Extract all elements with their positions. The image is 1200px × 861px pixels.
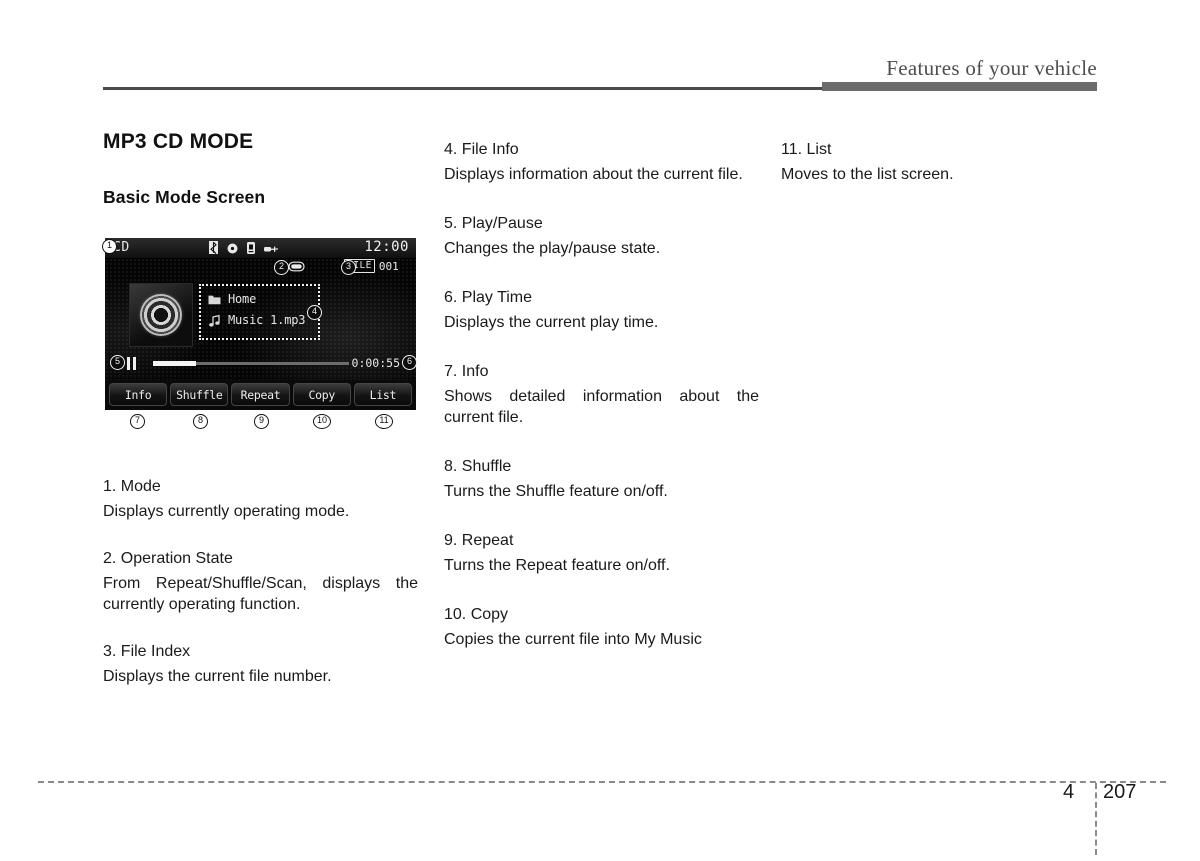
music-note-icon bbox=[209, 314, 220, 327]
entry-title: 2. Operation State bbox=[103, 549, 233, 567]
file-info-track-row: Music 1.mp3 bbox=[208, 313, 305, 327]
entry-shuffle: 8. Shuffle Turns the Shuffle feature on/… bbox=[444, 456, 759, 502]
playback-progress-row: 0:00:55 bbox=[105, 354, 416, 374]
cd-disc-icon bbox=[140, 294, 182, 336]
entry-body: Turns the Shuffle feature on/off. bbox=[444, 482, 668, 500]
device-status-icons bbox=[209, 241, 278, 259]
entry-file-index: 3. File Index Displays the current file … bbox=[103, 641, 418, 687]
device-button-copy[interactable]: Copy bbox=[292, 383, 351, 406]
device-button-list[interactable]: List bbox=[353, 383, 413, 406]
column-left: MP3 CD MODE Basic Mode Screen bbox=[103, 130, 418, 208]
device-button-bar: Info Shuffle Repeat Copy List bbox=[105, 380, 416, 410]
page-header-title: Features of your vehicle bbox=[886, 56, 1097, 80]
footer-divider bbox=[38, 781, 1166, 783]
device-button-repeat[interactable]: Repeat bbox=[231, 383, 290, 406]
footer-chapter-number: 4 bbox=[1063, 781, 1075, 803]
entry-title: 10. Copy bbox=[444, 606, 509, 624]
section-title: MP3 CD MODE bbox=[103, 130, 254, 153]
device-button-shuffle[interactable]: Shuffle bbox=[170, 383, 229, 406]
entry-repeat: 9. Repeat Turns the Repeat feature on/of… bbox=[444, 530, 759, 576]
pause-icon[interactable] bbox=[127, 357, 136, 370]
entry-info: 7. Info Shows detailed information about… bbox=[444, 361, 759, 428]
entry-body: Copies the current file into My Music bbox=[444, 630, 702, 648]
entry-body: Changes the play/pause state. bbox=[444, 239, 661, 257]
device-screenshot-figure: CD 12:00 FILE 001 Home Music 1.mp3 0:00:… bbox=[102, 236, 418, 431]
column-right: 11. List Moves to the list screen. bbox=[781, 139, 1096, 209]
header-rule-thick bbox=[822, 82, 1097, 91]
file-info-track-name: Music 1.mp3 bbox=[228, 313, 306, 327]
device-button-info[interactable]: Info bbox=[109, 383, 168, 406]
play-time: 0:00:55 bbox=[351, 356, 400, 370]
callout-5: 5 bbox=[110, 355, 125, 370]
file-info-box[interactable]: Home Music 1.mp3 bbox=[199, 284, 320, 340]
progress-bar[interactable] bbox=[153, 361, 349, 366]
entry-file-info: 4. File Info Displays information about … bbox=[444, 139, 759, 185]
entry-title: 8. Shuffle bbox=[444, 458, 512, 476]
footer-vertical-divider bbox=[1095, 783, 1097, 855]
sim-card-icon bbox=[247, 241, 255, 259]
entry-body: Shows detailed information about the cur… bbox=[444, 387, 759, 426]
disc-icon bbox=[227, 241, 238, 259]
file-index-value: 001 bbox=[378, 259, 399, 273]
usb-plug-icon bbox=[264, 241, 278, 259]
callout-4: 4 bbox=[307, 305, 322, 320]
entry-title: 1. Mode bbox=[103, 478, 161, 495]
entry-title: 7. Info bbox=[444, 362, 489, 380]
album-art bbox=[129, 283, 193, 347]
entry-body: Displays the current play time. bbox=[444, 313, 659, 331]
footer-page-number: 207 bbox=[1103, 781, 1137, 803]
head-unit-screen: CD 12:00 FILE 001 Home Music 1.mp3 0:00:… bbox=[105, 238, 416, 410]
folder-icon bbox=[208, 295, 221, 304]
header-rule-thin bbox=[103, 87, 823, 90]
entry-title: 5. Play/Pause bbox=[444, 214, 543, 232]
entry-body: Turns the Repeat feature on/off. bbox=[444, 556, 670, 574]
progress-bar-fill bbox=[153, 361, 197, 366]
entry-title: 3. File Index bbox=[103, 643, 191, 661]
entry-title: 6. Play Time bbox=[444, 288, 533, 306]
callout-9: 9 bbox=[254, 414, 269, 429]
file-info-folder-row: Home bbox=[208, 292, 256, 306]
entry-play-pause: 5. Play/Pause Changes the play/pause sta… bbox=[444, 213, 759, 259]
entry-list: 11. List Moves to the list screen. bbox=[781, 139, 1096, 185]
callout-1: 1 bbox=[102, 239, 117, 254]
entry-operation-state: 2. Operation State From Repeat/Shuffle/S… bbox=[103, 548, 418, 615]
entry-title: 9. Repeat bbox=[444, 532, 514, 550]
callout-11: 11 bbox=[375, 414, 393, 429]
callout-7: 7 bbox=[130, 414, 145, 429]
entry-title: 11. List bbox=[781, 141, 832, 158]
callout-3: 3 bbox=[341, 260, 356, 275]
callout-10: 10 bbox=[313, 414, 331, 429]
bluetooth-icon bbox=[209, 241, 218, 259]
entry-copy: 10. Copy Copies the current file into My… bbox=[444, 604, 759, 650]
callout-2: 2 bbox=[274, 260, 289, 275]
callout-8: 8 bbox=[193, 414, 208, 429]
entry-title: 4. File Info bbox=[444, 141, 519, 158]
subsection-title: Basic Mode Screen bbox=[103, 187, 266, 207]
column-middle: 4. File Info Displays information about … bbox=[444, 139, 759, 650]
file-info-folder-name: Home bbox=[228, 292, 257, 306]
entry-body: Displays the current file number. bbox=[103, 667, 332, 685]
column-left-entries: 1. Mode Displays currently operating mod… bbox=[103, 476, 418, 711]
device-second-row: 1 FILE 001 bbox=[105, 259, 416, 278]
device-clock: 12:00 bbox=[364, 239, 409, 255]
entry-body: From Repeat/Shuffle/Scan, displays the c… bbox=[103, 574, 418, 613]
entry-mode: 1. Mode Displays currently operating mod… bbox=[103, 476, 418, 522]
entry-body: Displays information about the current f… bbox=[444, 165, 743, 183]
callout-6: 6 bbox=[402, 355, 417, 370]
entry-body: Displays currently operating mode. bbox=[103, 502, 350, 520]
entry-play-time: 6. Play Time Displays the current play t… bbox=[444, 287, 759, 333]
entry-body: Moves to the list screen. bbox=[781, 165, 954, 183]
device-status-bar: CD 12:00 bbox=[105, 238, 416, 259]
